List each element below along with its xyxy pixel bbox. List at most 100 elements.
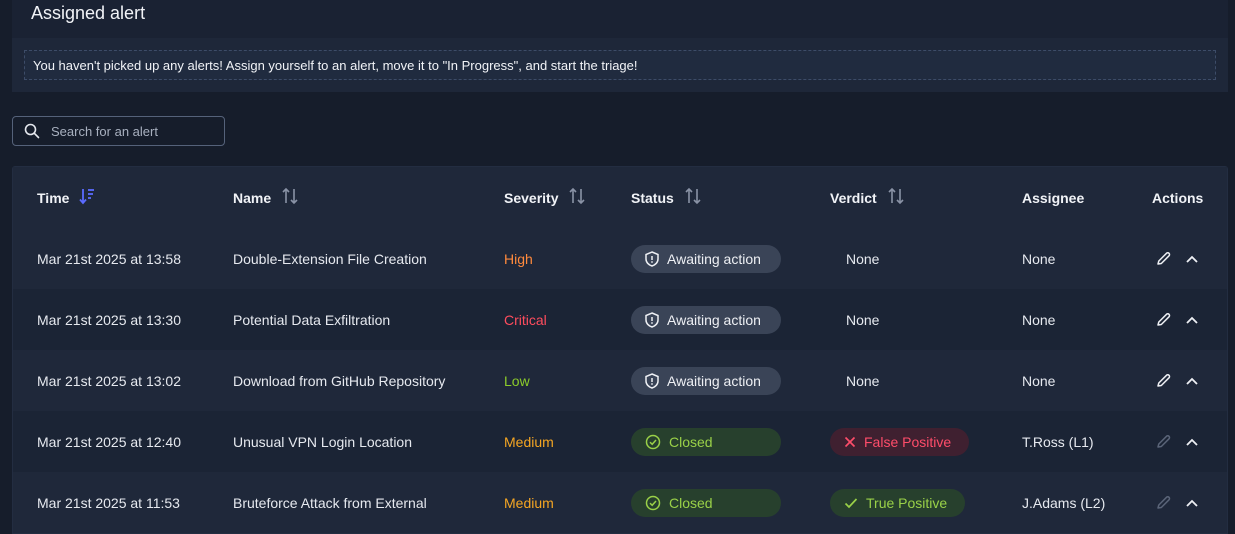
shield-icon: [645, 250, 659, 267]
alert-assignee: None: [1022, 372, 1056, 389]
alerts-table: Time Name Severity Status Verdict Assign…: [12, 166, 1228, 534]
alert-time: Mar 21st 2025 at 12:40: [37, 433, 181, 450]
verdict-badge: False Positive: [830, 427, 970, 456]
status-label: Closed: [669, 494, 713, 511]
expand-toggle[interactable]: [1185, 289, 1199, 350]
alert-assignee: None: [1022, 250, 1056, 267]
table-row[interactable]: Mar 21st 2025 at 13:30 Potential Data Ex…: [13, 289, 1227, 350]
column-header-label: Severity: [504, 189, 559, 206]
shield-icon: [645, 372, 659, 389]
alert-time: Mar 21st 2025 at 11:53: [37, 494, 180, 511]
status-label: Awaiting action: [667, 372, 761, 389]
alert-verdict: False Positive: [830, 411, 970, 472]
search-box[interactable]: [12, 116, 225, 146]
status-label: Awaiting action: [667, 311, 761, 328]
table-header: Time Name Severity Status Verdict Assign…: [13, 167, 1227, 228]
alert-name[interactable]: Double-Extension File Creation: [233, 228, 427, 289]
empty-assigned-notice: You haven't picked up any alerts! Assign…: [24, 50, 1216, 80]
pencil-icon: [1157, 252, 1171, 265]
edit-button: [1156, 411, 1171, 472]
shield-icon: [645, 311, 659, 328]
column-header-label: Verdict: [830, 189, 877, 206]
alert-verdict: None: [846, 372, 880, 389]
close-icon: [844, 436, 856, 447]
alert-assignee: None: [1022, 311, 1056, 328]
sort-icon[interactable]: [281, 187, 299, 208]
alert-verdict: None: [846, 250, 880, 267]
alert-name[interactable]: Potential Data Exfiltration: [233, 289, 390, 350]
sort-descending-icon[interactable]: [79, 187, 95, 208]
table-row[interactable]: Mar 21st 2025 at 13:58 Double-Extension …: [13, 228, 1227, 289]
check-circle-icon: [645, 434, 661, 449]
status-label: Closed: [669, 433, 713, 450]
column-header-name[interactable]: Name: [233, 167, 299, 228]
status-badge: Awaiting action: [631, 244, 781, 273]
status-badge: Closed: [631, 427, 781, 456]
pencil-icon: [1157, 435, 1171, 448]
check-circle-icon: [645, 495, 661, 510]
expand-toggle[interactable]: [1185, 350, 1199, 411]
alert-time: Mar 21st 2025 at 13:58: [37, 250, 181, 267]
alert-name[interactable]: Download from GitHub Repository: [233, 350, 445, 411]
alert-assignee: T.Ross (L1): [1022, 433, 1094, 450]
alert-severity: High: [504, 250, 533, 267]
chevron-up-icon: [1186, 255, 1198, 263]
alert-severity: Medium: [504, 433, 554, 450]
search-icon: [24, 123, 40, 139]
sort-icon[interactable]: [684, 187, 702, 208]
verdict-label: True Positive: [866, 494, 948, 511]
alert-name[interactable]: Unusual VPN Login Location: [233, 411, 412, 472]
edit-button[interactable]: [1156, 228, 1171, 289]
expand-toggle[interactable]: [1185, 411, 1199, 472]
table-row[interactable]: Mar 21st 2025 at 11:53 Bruteforce Attack…: [13, 472, 1227, 533]
column-header-time[interactable]: Time: [37, 167, 95, 228]
chevron-up-icon: [1186, 377, 1198, 385]
column-header-status[interactable]: Status: [631, 167, 702, 228]
column-header-label: Name: [233, 189, 272, 206]
check-icon: [844, 497, 858, 508]
alert-status: Awaiting action: [631, 228, 781, 289]
status-badge: Closed: [631, 488, 781, 517]
chevron-up-icon: [1186, 316, 1198, 324]
chevron-up-icon: [1186, 499, 1198, 507]
alert-status: Closed: [631, 472, 781, 533]
sort-icon[interactable]: [887, 187, 905, 208]
alert-verdict: True Positive: [830, 472, 966, 533]
expand-toggle[interactable]: [1185, 472, 1199, 533]
search-input[interactable]: [51, 122, 219, 140]
pencil-icon: [1157, 496, 1171, 509]
chevron-up-icon: [1186, 438, 1198, 446]
verdict-badge: True Positive: [830, 488, 966, 517]
column-header-assignee: Assignee: [1022, 189, 1085, 206]
pencil-icon: [1157, 374, 1171, 387]
verdict-label: False Positive: [864, 433, 952, 450]
pencil-icon: [1157, 313, 1171, 326]
edit-button[interactable]: [1156, 289, 1171, 350]
status-label: Awaiting action: [667, 250, 761, 267]
alert-status: Awaiting action: [631, 350, 781, 411]
column-header-label: Time: [37, 189, 70, 206]
alert-severity: Medium: [504, 494, 554, 511]
status-badge: Awaiting action: [631, 366, 781, 395]
alert-name[interactable]: Bruteforce Attack from External: [233, 472, 427, 533]
alert-status: Awaiting action: [631, 289, 781, 350]
column-header-verdict[interactable]: Verdict: [830, 167, 905, 228]
table-row[interactable]: Mar 21st 2025 at 12:40 Unusual VPN Login…: [13, 411, 1227, 472]
assigned-alert-card: Assigned alert You haven't picked up any…: [12, 0, 1228, 92]
column-header-actions: Actions: [1152, 189, 1204, 206]
alert-severity: Critical: [504, 311, 547, 328]
alert-status: Closed: [631, 411, 781, 472]
alert-verdict: None: [846, 311, 880, 328]
alert-time: Mar 21st 2025 at 13:30: [37, 311, 181, 328]
alert-time: Mar 21st 2025 at 13:02: [37, 372, 181, 389]
card-title: Assigned alert: [31, 3, 146, 23]
alert-assignee: J.Adams (L2): [1022, 494, 1106, 511]
edit-button[interactable]: [1156, 350, 1171, 411]
table-row[interactable]: Mar 21st 2025 at 13:02 Download from Git…: [13, 350, 1227, 411]
column-header-severity[interactable]: Severity: [504, 167, 586, 228]
edit-button: [1156, 472, 1171, 533]
expand-toggle[interactable]: [1185, 228, 1199, 289]
column-header-label: Status: [631, 189, 674, 206]
alert-severity: Low: [504, 372, 530, 389]
sort-icon[interactable]: [568, 187, 586, 208]
